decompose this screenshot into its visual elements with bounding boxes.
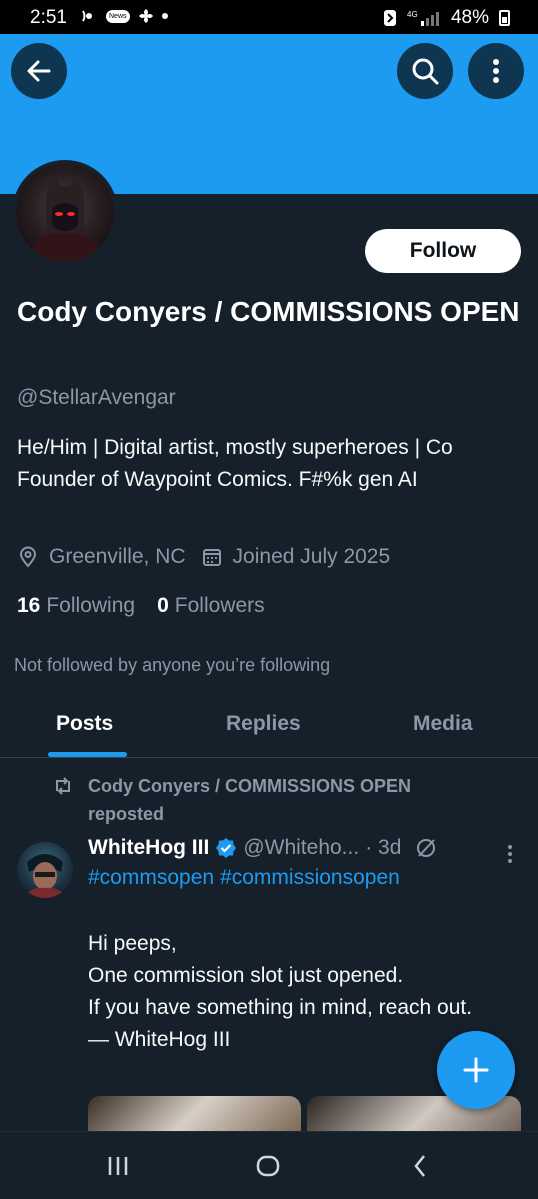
notification-icons: News [80, 8, 168, 24]
tab-media[interactable]: Media [413, 712, 473, 736]
location-text: Greenville, NC [49, 545, 186, 568]
profile-avatar[interactable] [12, 160, 118, 266]
recent-apps-icon [108, 1157, 128, 1175]
chevron-left-icon [414, 1155, 425, 1177]
post-hashtags: #commsopen #commissionsopen [88, 866, 406, 890]
fan-icon [138, 9, 153, 23]
svg-text:4G: 4G [407, 10, 418, 19]
phone-signal-icon [82, 10, 92, 22]
news-icon: News [106, 9, 130, 23]
recent-apps-button[interactable] [98, 1150, 138, 1182]
home-icon [256, 1155, 280, 1177]
back-nav-button[interactable] [400, 1150, 440, 1182]
grok-icon[interactable] [415, 837, 437, 859]
post-more-button[interactable] [505, 844, 515, 864]
battery-icon [499, 10, 510, 26]
post-line: Hi peeps, [88, 932, 177, 955]
followers-link[interactable]: 0 Followers [157, 594, 265, 618]
more-vertical-icon [508, 845, 512, 863]
signal-icon: 4G [407, 10, 439, 26]
not-followed-text: Not followed by anyone you’re following [14, 655, 331, 675]
plus-icon [463, 1057, 489, 1083]
follow-button[interactable]: Follow [365, 229, 521, 273]
search-icon [412, 58, 439, 85]
avatar-image [16, 164, 114, 262]
post-body: Hi peeps, One commission slot just opene… [88, 928, 508, 1056]
followers-label: Followers [174, 594, 265, 617]
more-vertical-icon [493, 59, 499, 83]
following-count: 16 [17, 594, 41, 617]
battery-percent: 48% [450, 7, 489, 28]
nfc-icon [383, 10, 396, 26]
verified-badge-icon [215, 837, 237, 859]
active-tab-indicator [48, 752, 127, 757]
more-button[interactable] [468, 43, 524, 99]
joined-text: Joined July 2025 [232, 545, 391, 568]
status-bar: 2:51 News 4G 48% [0, 0, 538, 34]
arrow-left-icon [27, 60, 51, 82]
post-header: WhiteHog III @Whiteho... · 3d [88, 836, 437, 860]
post-author-avatar[interactable] [17, 842, 73, 898]
tab-replies[interactable]: Replies [226, 712, 301, 736]
home-button[interactable] [248, 1150, 288, 1182]
profile-name: Cody Conyers / COMMISSIONS OPEN [17, 296, 520, 327]
joined-item: Joined July 2025 [201, 545, 391, 569]
repost-indicator: Cody Conyers / COMMISSIONS OPEN reposted [52, 772, 488, 828]
profile-meta: Greenville, NC Joined July 2025 [17, 545, 405, 569]
profile-tabs: Posts Replies Media [0, 700, 538, 758]
post-author-name[interactable]: WhiteHog III [88, 836, 209, 860]
back-button[interactable] [11, 43, 67, 99]
post-line: One commission slot just opened. [88, 964, 404, 987]
hashtag-link[interactable]: #commissionsopen [220, 866, 400, 889]
hashtag-link[interactable]: #commsopen [88, 866, 214, 889]
hooded-figure-image [26, 176, 104, 262]
post-time: · 3d [365, 836, 402, 859]
profile-handle: @StellarAvengar [17, 386, 176, 409]
location-item: Greenville, NC [17, 545, 186, 569]
repost-icon [56, 777, 70, 795]
dot-icon [161, 13, 168, 19]
compose-button[interactable] [437, 1031, 515, 1109]
following-link[interactable]: 16 Following [17, 594, 135, 618]
followers-count: 0 [157, 594, 169, 617]
post-author-handle: @Whiteho... [243, 836, 360, 859]
status-right: 4G 48% [383, 7, 510, 29]
following-label: Following [46, 594, 136, 617]
profile-bio: He/Him | Digital artist, mostly superher… [17, 436, 453, 491]
calendar-icon [201, 546, 223, 568]
search-button[interactable] [397, 43, 453, 99]
tab-posts[interactable]: Posts [56, 712, 113, 736]
system-nav-bar [0, 1131, 538, 1199]
post-line: If you have something in mind, reach out… [88, 996, 473, 1019]
follow-counts: 16 Following 0 Followers [17, 594, 287, 618]
repost-text[interactable]: Cody Conyers / COMMISSIONS OPEN reposted [88, 772, 488, 828]
location-pin-icon [17, 546, 39, 568]
author-avatar-image [23, 854, 67, 898]
status-time: 2:51 [30, 7, 67, 28]
